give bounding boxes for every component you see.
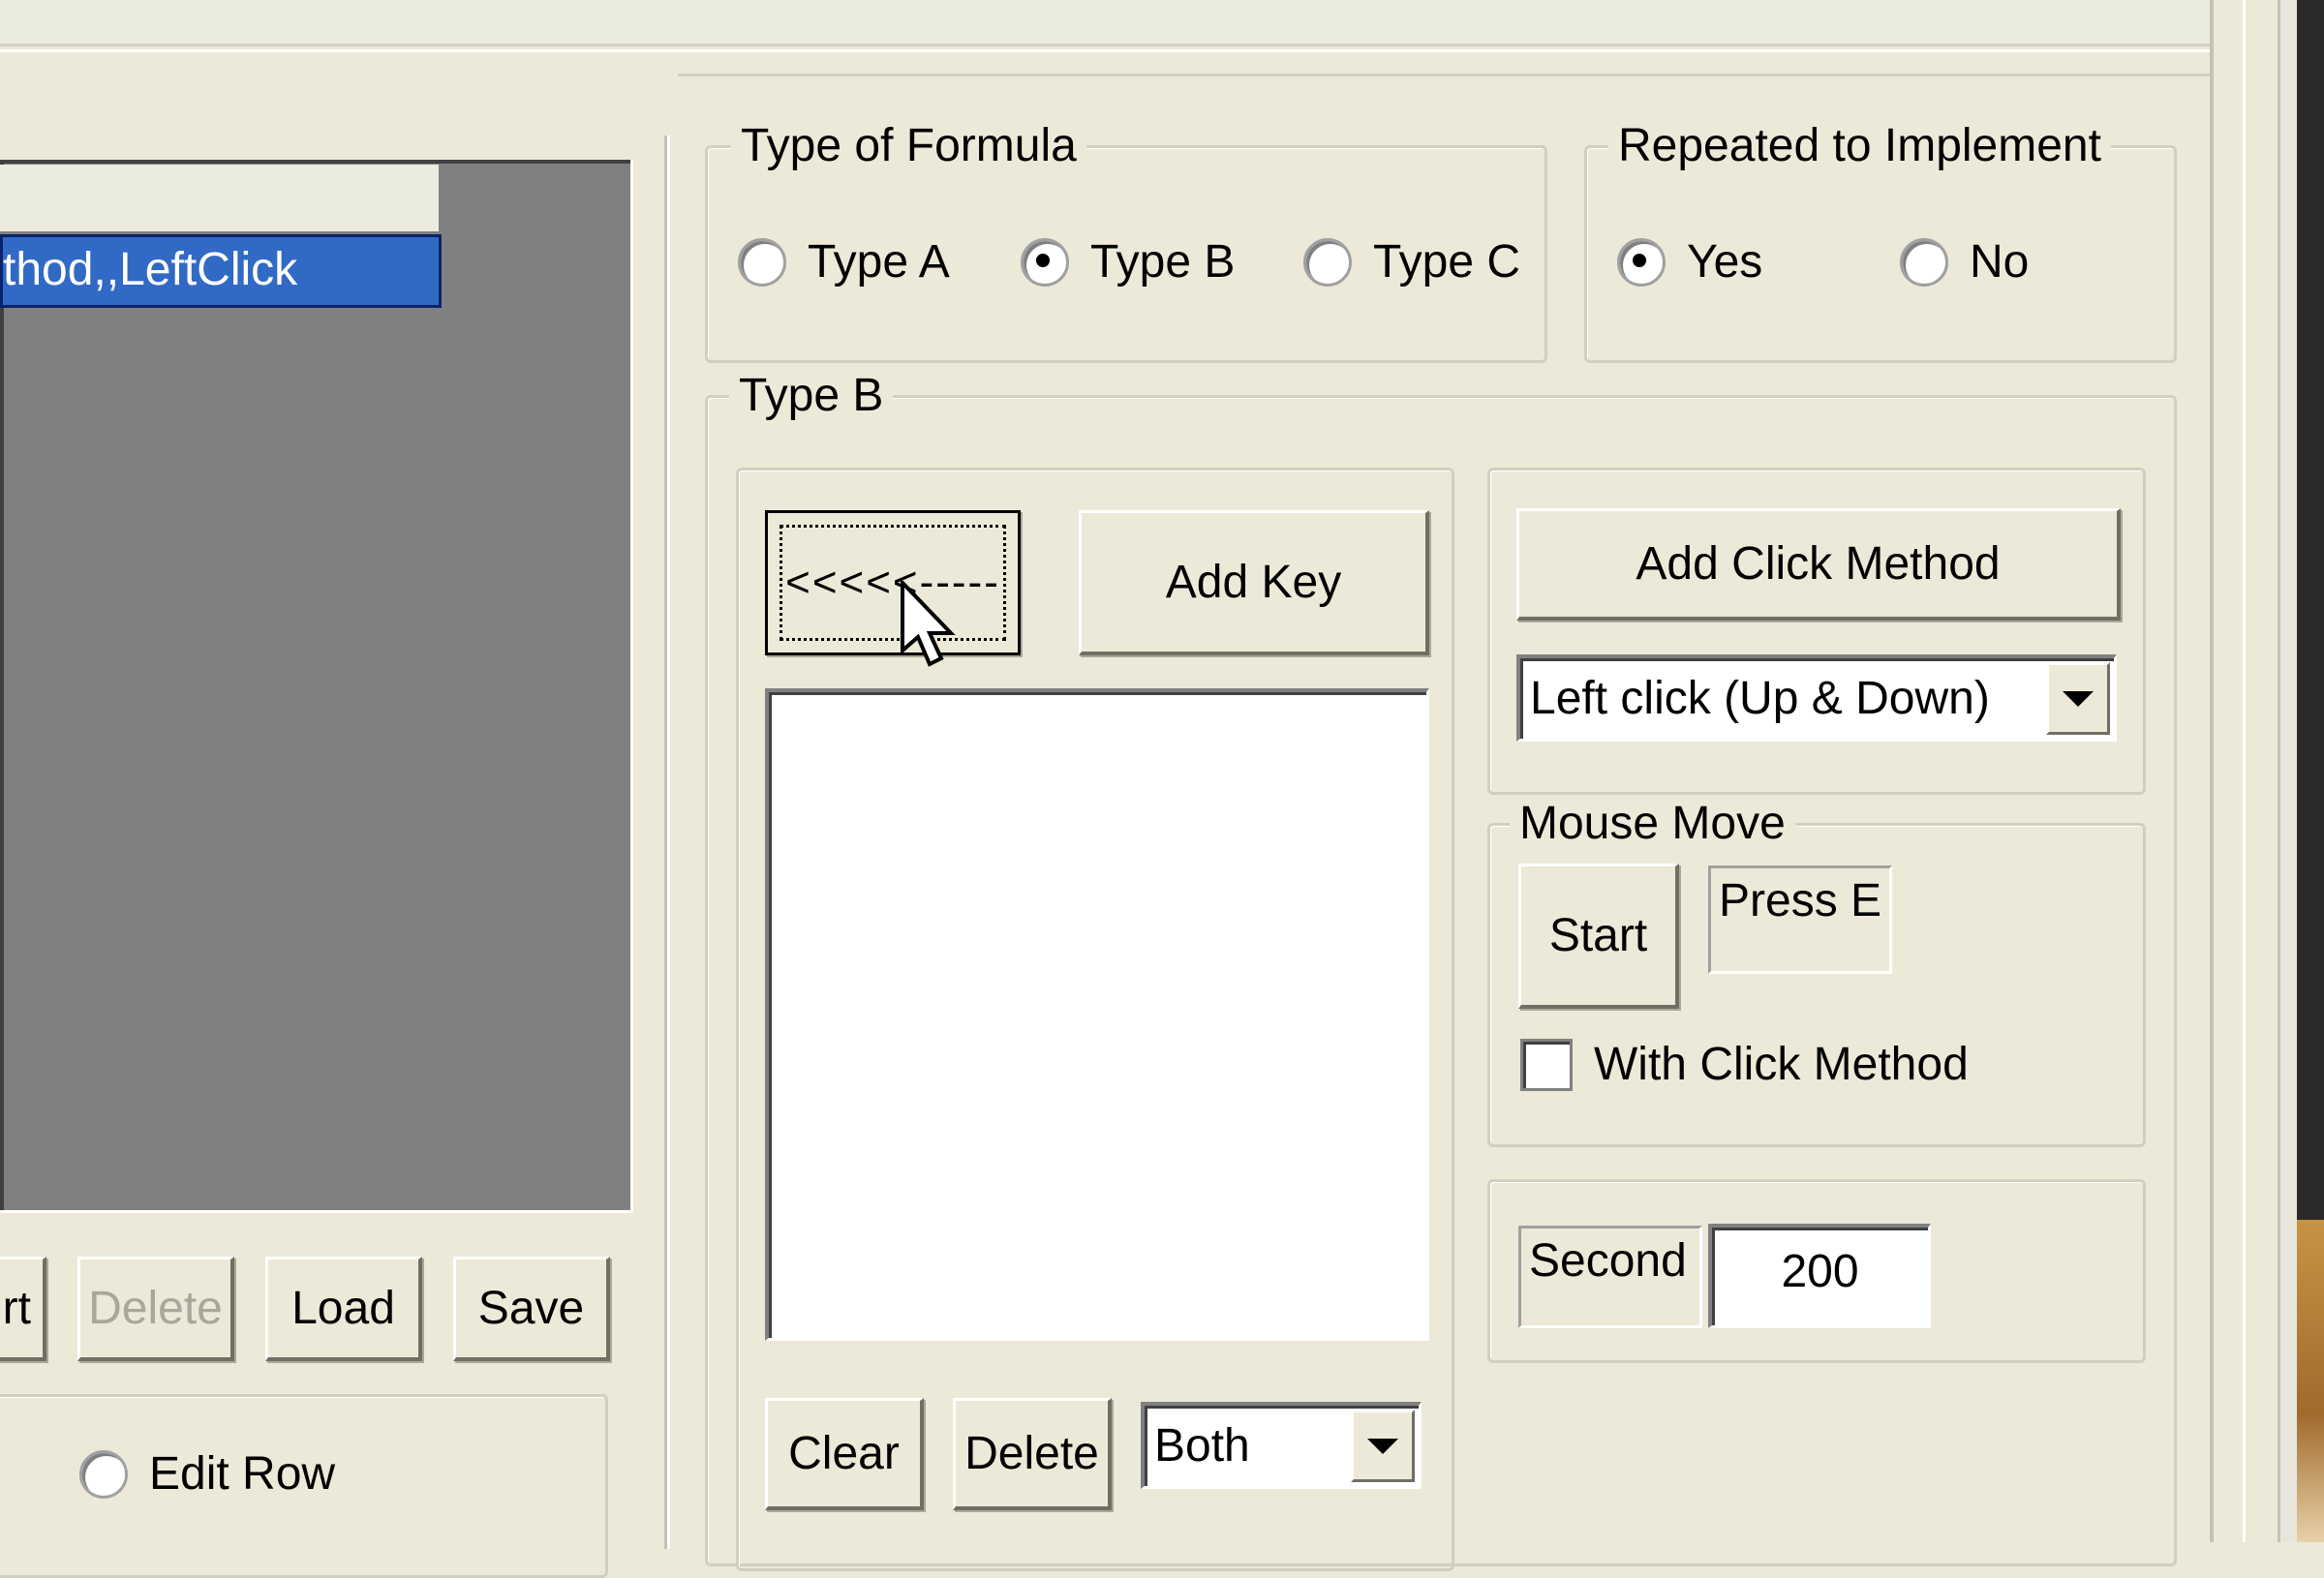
repeated-legend: Repeated to Implement bbox=[1608, 119, 2111, 173]
desktop-background bbox=[2297, 0, 2324, 1259]
delete-key-button[interactable]: Delete bbox=[953, 1398, 1112, 1510]
click-method-select[interactable]: Left click (Up & Down) bbox=[1516, 654, 2117, 742]
delete-row-button[interactable]: Delete bbox=[77, 1257, 234, 1361]
key-list[interactable] bbox=[765, 688, 1429, 1341]
action-list-panel[interactable] bbox=[0, 160, 633, 1213]
panel-divider-highlight bbox=[667, 136, 670, 1549]
type-b-label: Type B bbox=[1090, 236, 1236, 288]
type-c-label: Type C bbox=[1373, 236, 1521, 288]
chevron-down-icon bbox=[1367, 1438, 1398, 1454]
backspace-button[interactable]: <<<<<----- bbox=[765, 510, 1021, 655]
repeated-no-radio[interactable]: No bbox=[1900, 235, 2029, 288]
save-button[interactable]: Save bbox=[453, 1257, 610, 1361]
repeated-no-radio-button[interactable] bbox=[1900, 237, 1948, 287]
key-mode-dropdown-button[interactable] bbox=[1351, 1410, 1415, 1482]
repeated-no-label: No bbox=[1970, 236, 2030, 288]
action-list-selected-row[interactable]: thod,,LeftClick bbox=[0, 234, 442, 308]
type-b-legend: Type B bbox=[729, 369, 894, 423]
insert-button[interactable]: rt bbox=[0, 1257, 46, 1361]
add-click-method-button[interactable]: Add Click Method bbox=[1516, 508, 2121, 621]
click-method-dropdown-button[interactable] bbox=[2046, 662, 2110, 735]
press-key-hint: Press E bbox=[1708, 865, 1892, 974]
click-method-select-value: Left click (Up & Down) bbox=[1530, 673, 1990, 724]
chevron-down-icon bbox=[2063, 690, 2094, 707]
type-a-radio[interactable]: Type A bbox=[738, 235, 950, 288]
type-c-radio[interactable]: Type C bbox=[1303, 235, 1520, 288]
desktop-wallpaper bbox=[2297, 1220, 2324, 1542]
mouse-cursor-icon bbox=[901, 581, 956, 667]
type-a-label: Type A bbox=[808, 236, 950, 288]
repeated-yes-radio[interactable]: Yes bbox=[1617, 235, 1762, 288]
top-strip-shadow bbox=[0, 49, 2210, 52]
focus-rect bbox=[780, 525, 1006, 641]
action-list-header bbox=[0, 165, 442, 234]
mouse-move-start-button[interactable]: Start bbox=[1518, 864, 1679, 1009]
top-strip bbox=[0, 0, 2210, 46]
type-a-radio-button[interactable] bbox=[738, 237, 786, 287]
edit-row-radio[interactable]: Edit Row bbox=[79, 1447, 335, 1501]
mouse-move-legend: Mouse Move bbox=[1510, 797, 1795, 851]
add-key-button[interactable]: Add Key bbox=[1079, 510, 1429, 655]
right-frame-top bbox=[678, 74, 2210, 76]
edit-row-radio-button[interactable] bbox=[79, 1449, 128, 1499]
edit-row-label: Edit Row bbox=[149, 1448, 336, 1500]
with-click-method-checkbox-box[interactable] bbox=[1520, 1038, 1573, 1091]
second-input[interactable]: 200 bbox=[1708, 1224, 1931, 1328]
key-mode-select-value: Both bbox=[1154, 1420, 1250, 1472]
with-click-method-label: With Click Method bbox=[1594, 1039, 1969, 1090]
repeated-yes-radio-button[interactable] bbox=[1617, 237, 1666, 287]
with-click-method-checkbox[interactable]: With Click Method bbox=[1520, 1038, 1969, 1091]
second-label: Second bbox=[1518, 1226, 1702, 1328]
type-of-formula-legend: Type of Formula bbox=[731, 119, 1086, 173]
type-b-radio[interactable]: Type B bbox=[1021, 235, 1235, 288]
load-button[interactable]: Load bbox=[265, 1257, 422, 1361]
type-b-radio-button[interactable] bbox=[1021, 237, 1069, 287]
clear-button[interactable]: Clear bbox=[765, 1398, 924, 1510]
key-mode-select[interactable]: Both bbox=[1141, 1402, 1422, 1489]
repeated-yes-label: Yes bbox=[1687, 236, 1763, 288]
type-c-radio-button[interactable] bbox=[1303, 237, 1352, 287]
window-edge-highlight bbox=[2243, 0, 2246, 1542]
window-edge bbox=[2210, 0, 2214, 1542]
